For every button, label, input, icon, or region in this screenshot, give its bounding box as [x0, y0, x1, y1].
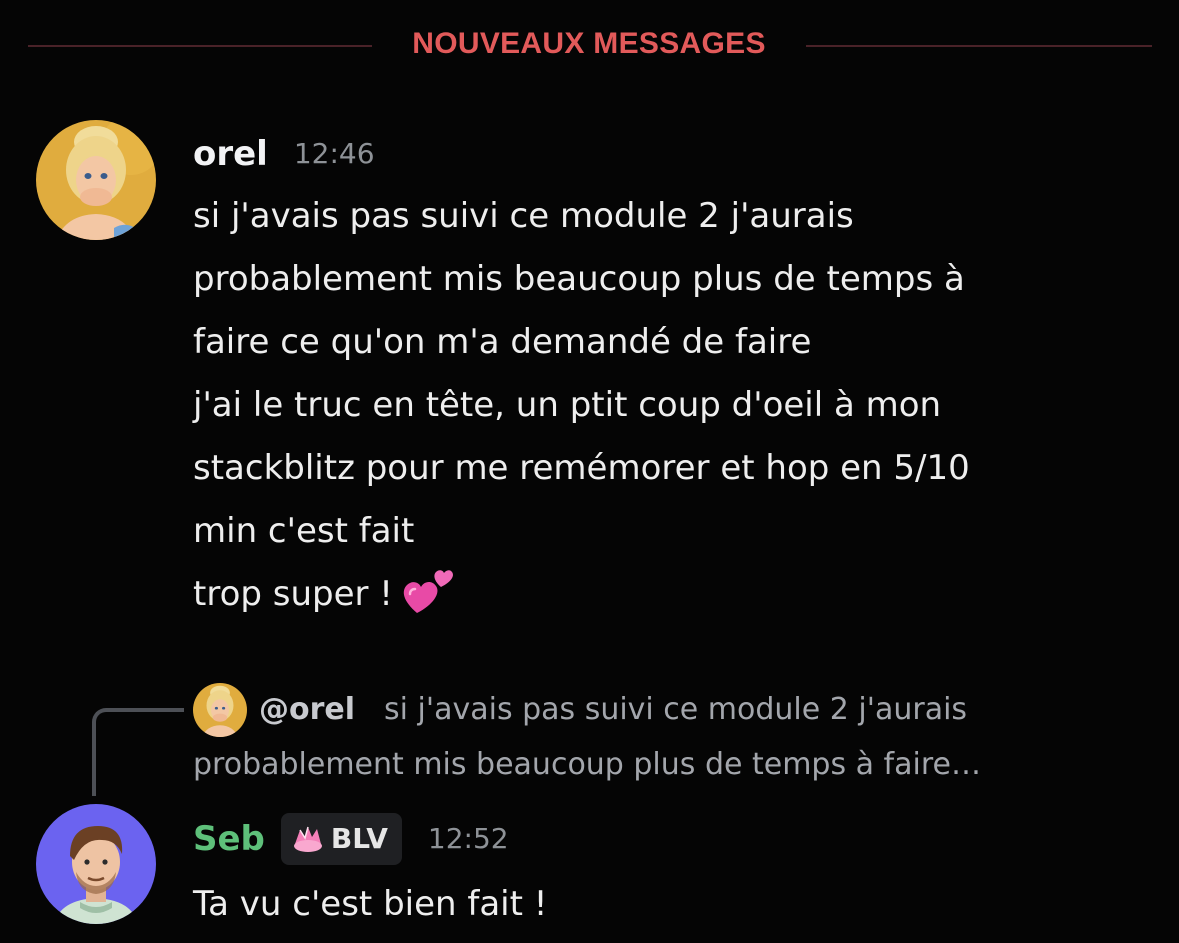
orel-avatar[interactable] — [36, 120, 156, 240]
reply-mention[interactable]: @orel — [259, 690, 355, 730]
message-line: si j'avais pas suivi ce module 2 j'aurai… — [193, 196, 854, 236]
message-line: faire ce qu'on m'a demandé de faire — [193, 322, 812, 362]
message-content: Ta vu c'est bien fait ! — [193, 884, 548, 924]
pink-crystal-icon — [291, 824, 325, 854]
seb-avatar[interactable] — [36, 804, 156, 924]
divider-line-left — [28, 45, 372, 47]
timestamp: 12:46 — [293, 137, 375, 170]
username[interactable]: Seb — [193, 817, 265, 861]
two-hearts-emoji-icon[interactable] — [399, 565, 457, 617]
timestamp: 12:52 — [427, 822, 509, 855]
divider-line-right — [806, 45, 1152, 47]
username[interactable]: orel — [193, 134, 268, 174]
server-tag-label: BLV — [330, 822, 388, 855]
message-line: j'ai le truc en tête, un ptit coup d'oei… — [193, 385, 942, 425]
reply-preview-text[interactable]: si j'avais pas suivi ce module 2 j'aurai… — [384, 690, 967, 730]
message-content: si j'avais pas suivi ce module 2 j'aurai… — [193, 185, 1153, 626]
message-header: Seb BLV 12:52 — [193, 813, 509, 865]
message-line: stackblitz pour me remémorer et hop en 5… — [193, 448, 970, 488]
reply-avatar-orel[interactable] — [193, 683, 247, 737]
message-line: probablement mis beaucoup plus de temps … — [193, 259, 965, 299]
server-tag-badge[interactable]: BLV — [280, 813, 402, 865]
message-header: orel 12:46 — [193, 133, 375, 175]
message-line-text: trop super ! — [193, 574, 393, 614]
new-messages-label: NOUVEAUX MESSAGES — [412, 27, 766, 60]
new-messages-divider: NOUVEAUX MESSAGES — [28, 27, 1152, 60]
message-line-last: trop super ! — [193, 563, 1153, 626]
reply-connector-line — [92, 708, 184, 796]
reply-preview-text[interactable]: probablement mis beaucoup plus de temps … — [193, 745, 981, 785]
message-line: min c'est fait — [193, 511, 415, 551]
